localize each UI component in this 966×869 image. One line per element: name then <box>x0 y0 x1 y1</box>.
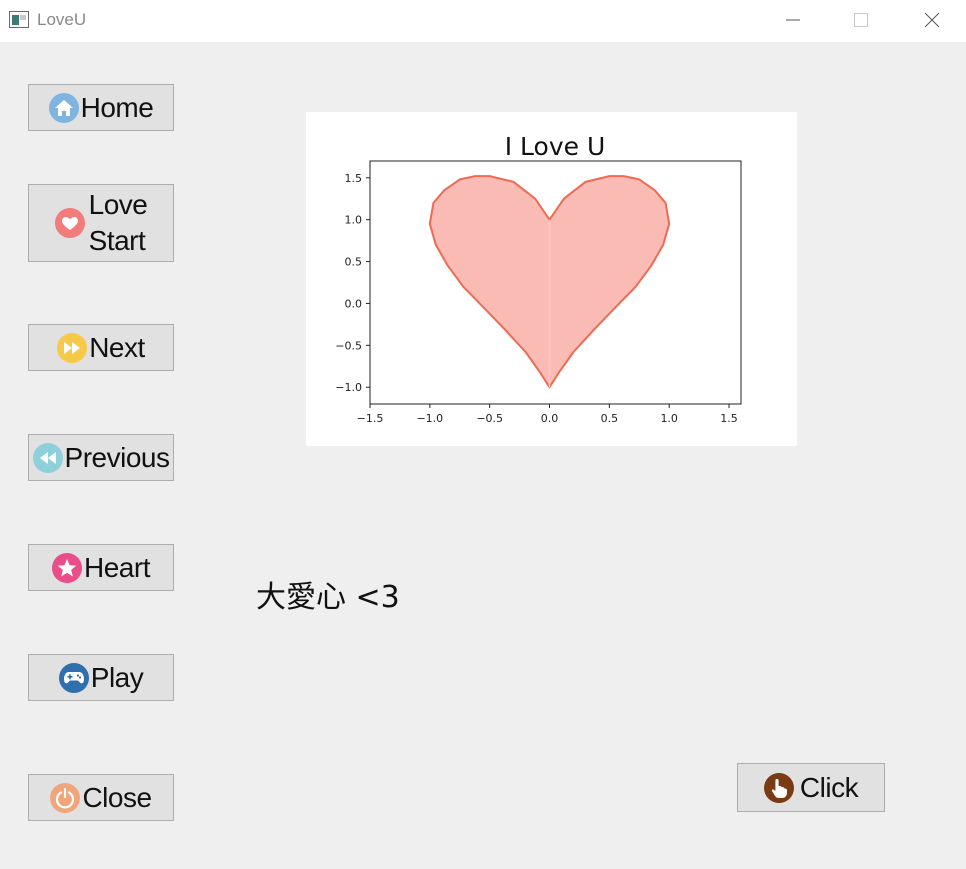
heart-button-label: Heart <box>84 551 150 583</box>
maximize-icon <box>854 13 868 27</box>
previous-button[interactable]: Previous <box>28 434 174 481</box>
fast-forward-icon <box>57 332 88 363</box>
love-start-label-line1: Love <box>88 189 148 220</box>
star-icon <box>52 552 83 583</box>
next-button-label: Next <box>89 331 145 363</box>
x-tick-label: 0.0 <box>541 412 559 425</box>
close-button-label: Close <box>82 781 152 813</box>
next-button[interactable]: Next <box>28 324 174 371</box>
x-tick-label: 1.0 <box>660 412 678 425</box>
love-start-button[interactable]: Love Start <box>28 184 174 262</box>
app-icon <box>9 11 29 28</box>
y-tick-label: 1.5 <box>345 172 363 185</box>
y-tick-label: −0.5 <box>335 339 362 352</box>
close-window-button[interactable] <box>909 0 955 42</box>
x-tick-label: 1.5 <box>720 412 738 425</box>
home-icon <box>48 92 79 123</box>
y-tick-label: 0.5 <box>345 256 363 269</box>
y-tick-label: 1.0 <box>345 214 363 227</box>
play-button-label: Play <box>90 661 144 693</box>
heart-chart: I Love U −1.5 −1.0 −0.5 0.0 0.5 1.0 1.5 −1.0 −0.… <box>335 132 742 425</box>
rewind-icon <box>32 442 63 473</box>
power-icon <box>50 782 81 813</box>
plot-panel: I Love U −1.5 −1.0 −0.5 0.0 0.5 1.0 1.5 −1.0 −0.… <box>306 112 797 446</box>
x-tick-label: −1.5 <box>357 412 384 425</box>
home-button-label: Home <box>80 91 154 123</box>
close-button[interactable]: Close <box>28 774 174 821</box>
previous-button-label: Previous <box>64 441 170 473</box>
chart-title: I Love U <box>505 132 606 161</box>
click-button[interactable]: Click <box>737 763 885 812</box>
heart-icon <box>54 208 85 238</box>
minimize-icon <box>786 19 800 21</box>
caption-text: 大愛心 <3 <box>256 580 400 615</box>
gamepad-icon <box>58 662 89 693</box>
maximize-button[interactable] <box>838 0 884 42</box>
play-button[interactable]: Play <box>28 654 174 701</box>
window-title: LoveU <box>37 10 87 29</box>
love-start-label-line2: Start <box>88 225 146 256</box>
close-icon <box>924 12 940 28</box>
x-tick-label: −0.5 <box>476 412 503 425</box>
x-tick-label: 0.5 <box>601 412 619 425</box>
x-tick-label: −1.0 <box>416 412 443 425</box>
y-tick-label: −1.0 <box>335 381 362 394</box>
click-button-label: Click <box>799 771 859 803</box>
hand-pointer-icon <box>763 772 794 803</box>
home-button[interactable]: Home <box>28 84 174 131</box>
minimize-button[interactable] <box>770 0 816 42</box>
heart-button[interactable]: Heart <box>28 544 174 591</box>
y-tick-label: 0.0 <box>345 297 363 310</box>
title-bar: LoveU <box>0 0 966 42</box>
